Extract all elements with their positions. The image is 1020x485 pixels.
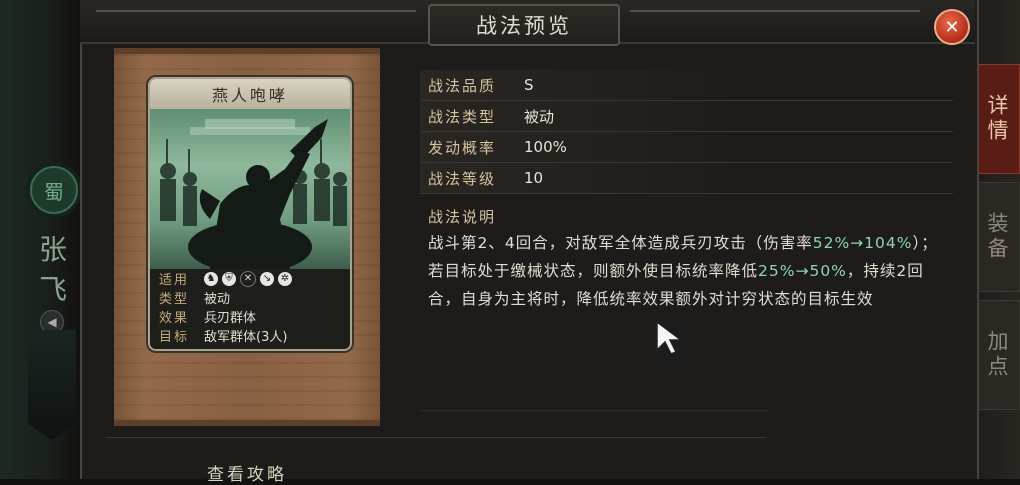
page-title: 战法预览 — [476, 14, 572, 38]
archer-icon: ✕ — [240, 270, 256, 287]
side-tabs: 详情 装备 加点 — [974, 64, 1020, 418]
spear-icon: ↘ — [260, 271, 274, 286]
info-value: 兵刃群体 — [204, 311, 257, 326]
faction-emblem: 蜀 — [30, 166, 78, 214]
info-row-target: 目标 敌军群体(3人) — [150, 326, 350, 345]
footer-divider — [106, 437, 766, 438]
prop-value: 100% — [524, 138, 567, 156]
shield-icon: ⛨ — [222, 271, 236, 286]
prop-key: 战法品质 — [428, 76, 497, 95]
banner — [28, 330, 76, 440]
info-value: 敌军群体(3人) — [204, 330, 288, 345]
prop-key: 战法等级 — [428, 169, 497, 188]
skill-description: 战斗第2、4回合，对敌军全体造成兵刃攻击（伤害率52%→104%）；若目标处于缴… — [428, 229, 953, 313]
info-key: 类型 — [158, 292, 189, 307]
info-row-troops: 适用 ♞ ⛨ ✕ ↘ ✲ — [150, 269, 350, 288]
prop-value: 被动 — [524, 107, 555, 126]
header-ornament-left — [96, 10, 416, 12]
view-guide-button[interactable]: 查看攻略 — [207, 460, 287, 485]
skill-card-art — [150, 109, 350, 269]
skill-properties: 战法品质 S 战法类型 被动 发动概率 100% 战法等级 10 — [420, 70, 953, 194]
info-key: 目标 — [158, 330, 189, 345]
prop-key: 战法类型 — [428, 107, 497, 126]
tab-points[interactable]: 加点 — [974, 300, 1020, 410]
desc-highlight: 52%→104% — [812, 234, 913, 252]
desc-text: 战斗第2、4回合，对敌军全体造成兵刃攻击（伤害率 — [428, 234, 813, 252]
tab-label: 详情 — [985, 94, 1009, 144]
prop-key: 发动概率 — [428, 138, 497, 157]
prop-type: 战法类型 被动 — [420, 101, 953, 132]
prop-value: 10 — [524, 169, 544, 187]
prop-value: S — [524, 76, 534, 94]
tab-details[interactable]: 详情 — [974, 64, 1020, 174]
title-plate: 战法预览 — [428, 4, 620, 46]
prop-quality: 战法品质 S — [420, 70, 953, 101]
skill-name: 燕人咆哮 — [211, 86, 288, 105]
info-value: 被动 — [204, 292, 231, 307]
siege-icon: ✲ — [278, 271, 292, 286]
tab-equipment[interactable]: 装备 — [974, 182, 1020, 292]
hero-name: 张飞 — [38, 233, 67, 306]
cursor-icon — [656, 320, 684, 355]
cavalry-icon: ♞ — [204, 271, 218, 286]
info-row-type: 类型 被动 — [150, 288, 350, 307]
faction-label: 蜀 — [44, 179, 64, 204]
info-key: 适用 — [158, 273, 189, 288]
prop-level: 战法等级 10 — [420, 163, 953, 194]
desc-highlight: 25%→50% — [758, 262, 847, 280]
tab-label: 加点 — [985, 330, 1009, 380]
skill-card-title: 燕人咆哮 — [150, 79, 350, 109]
skill-card-info: 适用 ♞ ⛨ ✕ ↘ ✲ 类型 被动 效果 兵刃群体 目标 敌军群体(3人) — [150, 269, 350, 349]
section-divider — [420, 410, 770, 411]
description-label: 战法说明 — [428, 208, 497, 226]
info-row-effect: 效果 兵刃群体 — [150, 307, 350, 326]
troop-type-icons: ♞ ⛨ ✕ ↘ ✲ — [198, 270, 350, 287]
warrior-silhouette-art — [160, 119, 347, 269]
header-ornament-right — [630, 10, 920, 12]
prop-trigger-rate: 发动概率 100% — [420, 132, 953, 163]
info-key: 效果 — [158, 311, 189, 326]
close-icon: ✕ — [944, 16, 960, 38]
tab-label: 装备 — [985, 212, 1009, 262]
skill-card[interactable]: 燕人咆哮 适用 ♞ ⛨ ✕ ↘ ✲ 类型 被动 效果 兵刃群体 目标 敌军群体(… — [148, 77, 352, 351]
close-button[interactable]: ✕ — [934, 9, 970, 45]
